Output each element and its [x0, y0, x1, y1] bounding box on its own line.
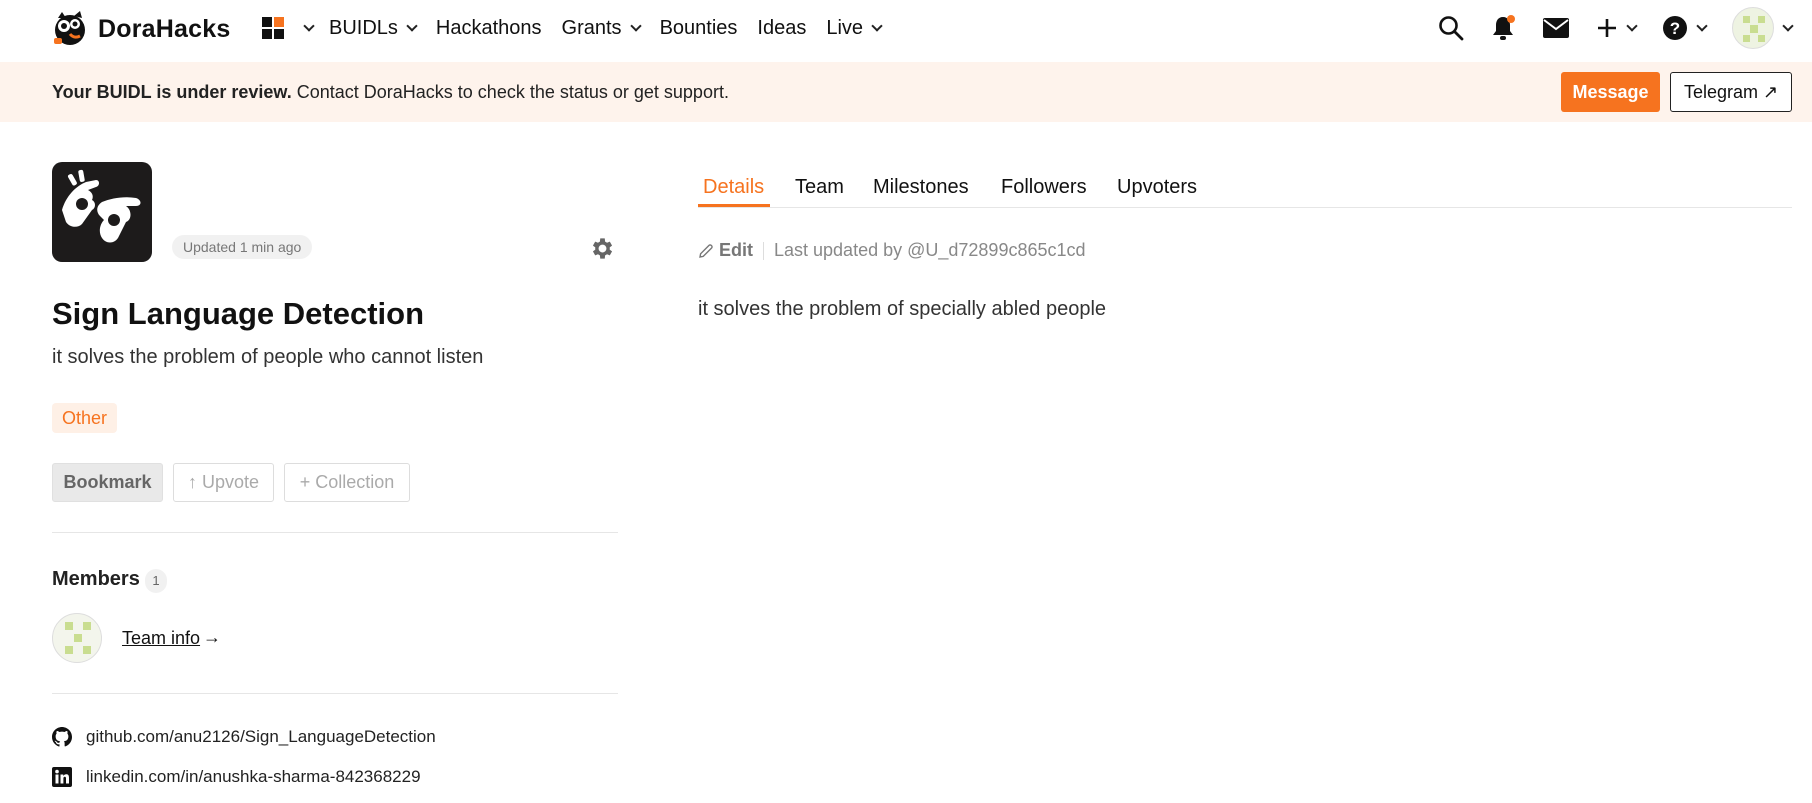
apps-grid-icon	[262, 17, 284, 39]
chevron-down-icon	[303, 19, 315, 32]
message-button[interactable]: Message	[1561, 72, 1660, 112]
banner-text: Contact DoraHacks to check the status or…	[291, 82, 729, 102]
brand-name: DoraHacks	[98, 14, 231, 43]
nav-item-grants[interactable]: Grants	[561, 16, 642, 40]
nav-item-label: BUIDLs	[329, 16, 398, 39]
search-button[interactable]	[1438, 15, 1464, 41]
nav-item-label: Hackathons	[435, 16, 542, 39]
divider	[52, 693, 618, 694]
active-tab-indicator	[698, 204, 770, 207]
category-tag[interactable]: Other	[52, 403, 118, 433]
bell-icon	[1493, 15, 1515, 40]
mail-icon	[1543, 18, 1569, 38]
nav-item-ideas[interactable]: Ideas	[757, 17, 806, 40]
detail-tabs: Details Team Milestones Followers Upvote…	[698, 170, 1792, 208]
search-icon	[1439, 16, 1464, 41]
github-link[interactable]: github.com/anu2126/Sign_LanguageDetectio…	[52, 727, 436, 747]
linkedin-icon	[52, 767, 72, 787]
nav-item-label: Grants	[561, 16, 622, 39]
nav-right-actions: ?	[1438, 0, 1794, 56]
gear-icon	[592, 238, 613, 259]
members-heading: Members	[52, 568, 140, 590]
user-menu[interactable]	[1732, 7, 1794, 49]
chevron-down-icon	[871, 19, 883, 32]
notifications-button[interactable]	[1490, 14, 1516, 42]
nav-item-label: Ideas	[757, 16, 807, 39]
project-tagline: it solves the problem of people who cann…	[52, 346, 484, 368]
team-info-link[interactable]: Team info	[122, 628, 200, 649]
linkedin-link[interactable]: linkedin.com/in/anushka-sharma-842368229	[52, 767, 421, 787]
edit-row: Edit Last updated by @U_d72899c865c1cd	[698, 240, 1086, 261]
banner-message: Your BUIDL is under review. Contact Dora…	[52, 82, 729, 103]
settings-button[interactable]	[589, 235, 616, 267]
bookmark-button[interactable]: Bookmark	[52, 463, 163, 502]
svg-text:?: ?	[1670, 19, 1680, 38]
upvote-button[interactable]: ↑ Upvote	[173, 463, 274, 502]
tab-upvoters[interactable]: Upvoters	[1117, 176, 1197, 208]
nav-item-hackathons[interactable]: Hackathons	[436, 17, 542, 40]
avatar	[1732, 7, 1774, 49]
edit-label: Edit	[719, 240, 753, 260]
nav-item-buidls[interactable]: BUIDLs	[329, 16, 418, 40]
tab-milestones[interactable]: Milestones	[873, 176, 969, 208]
banner-bold-text: Your BUIDL is under review.	[52, 82, 292, 102]
chevron-down-icon	[629, 19, 642, 32]
create-menu[interactable]	[1596, 17, 1638, 39]
chevron-down-icon	[1696, 19, 1708, 32]
top-nav: DoraHacks BUIDLs Hackathons Grants Bount…	[0, 0, 1812, 62]
review-banner: Your BUIDL is under review. Contact Dora…	[0, 62, 1812, 122]
details-body: it solves the problem of specially abled…	[698, 298, 1107, 320]
help-menu[interactable]: ?	[1662, 15, 1708, 41]
nav-item-label: Bounties	[659, 16, 738, 39]
chevron-down-icon	[406, 19, 418, 32]
project-logo	[52, 162, 152, 262]
arrow-right-icon: →	[203, 627, 221, 647]
member-avatar[interactable]	[52, 613, 102, 663]
chevron-down-icon	[1782, 19, 1794, 32]
apps-menu[interactable]	[261, 16, 315, 40]
help-icon: ?	[1663, 16, 1687, 40]
telegram-button[interactable]: Telegram ↗	[1670, 72, 1792, 112]
updated-badge: Updated 1 min ago	[172, 235, 313, 259]
main-nav: BUIDLs Hackathons Grants Bounties Ideas …	[329, 0, 901, 56]
nav-item-label: Live	[826, 16, 864, 39]
members-count-badge: 1	[145, 569, 167, 593]
github-icon	[52, 727, 72, 747]
messages-button[interactable]	[1542, 17, 1570, 39]
separator	[763, 241, 764, 260]
tab-team[interactable]: Team	[795, 176, 844, 208]
add-to-collection-button[interactable]: + Collection	[284, 463, 410, 502]
nav-item-bounties[interactable]: Bounties	[660, 17, 738, 40]
linkedin-link-text: linkedin.com/in/anushka-sharma-842368229	[86, 767, 421, 786]
chevron-down-icon	[1626, 19, 1638, 32]
tab-followers[interactable]: Followers	[1001, 176, 1087, 208]
github-link-text: github.com/anu2126/Sign_LanguageDetectio…	[86, 727, 436, 746]
plus-icon	[1598, 19, 1616, 37]
project-title: Sign Language Detection	[52, 296, 425, 331]
sign-language-icon	[62, 169, 141, 243]
divider	[52, 532, 618, 533]
brand-link[interactable]: DoraHacks	[50, 8, 230, 50]
edit-button[interactable]: Edit	[698, 240, 753, 261]
nav-item-live[interactable]: Live	[826, 16, 883, 40]
last-updated-text: Last updated by @U_d72899c865c1cd	[774, 240, 1086, 260]
pencil-icon	[699, 243, 713, 258]
dorahacks-logo-icon	[54, 11, 85, 45]
